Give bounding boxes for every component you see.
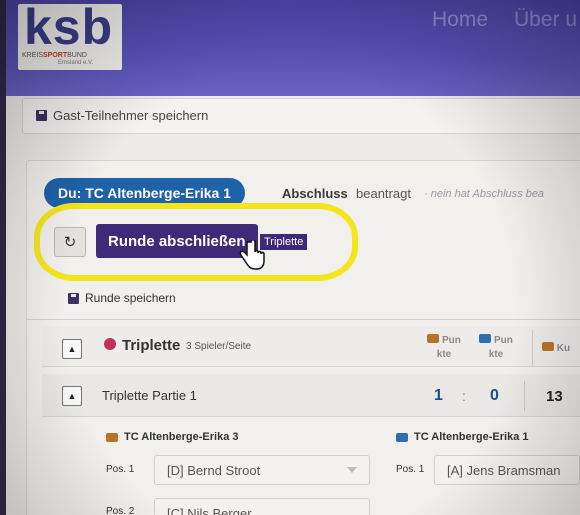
yellow-highlight-circle bbox=[34, 203, 358, 281]
chevron-down-icon bbox=[347, 467, 357, 473]
col-kugeln: Ku bbox=[542, 342, 580, 356]
team-right-icon bbox=[479, 334, 492, 343]
pos1-left-label: Pos. 1 bbox=[106, 464, 135, 475]
score-colon: : bbox=[462, 388, 466, 404]
opponent-status-text: · nein hat Abschluss bea bbox=[424, 188, 545, 200]
team-right-icon bbox=[396, 432, 408, 442]
target-icon bbox=[104, 338, 116, 350]
nav-about[interactable]: Über u bbox=[514, 8, 577, 32]
triangle-up-icon: ▲ bbox=[67, 391, 77, 401]
save-round-button[interactable]: Runde speichern bbox=[68, 291, 176, 305]
team-left-header: TC Altenberge-Erika 3 bbox=[106, 431, 239, 443]
pos1-right-label: Pos. 1 bbox=[396, 464, 425, 475]
pos2-left-player: [C] Nils Berger bbox=[167, 505, 252, 515]
col-points-right: Pun kte bbox=[474, 334, 518, 362]
score-left: 1 bbox=[434, 387, 443, 404]
abschluss-label: Abschluss bbox=[282, 186, 348, 201]
col-points-left: Pun kte bbox=[422, 334, 466, 362]
category-subtitle: 3 Spieler/Seite bbox=[186, 341, 252, 352]
pos1-left-player: [D] Bernd Stroot bbox=[167, 462, 261, 478]
floppy-disk-icon bbox=[36, 110, 47, 121]
floppy-disk-icon bbox=[68, 292, 79, 304]
column-separator bbox=[532, 330, 533, 366]
collapse-category-button[interactable]: ▲ bbox=[62, 339, 82, 359]
team-right-name: TC Altenberge-Erika 1 bbox=[414, 431, 529, 443]
logo-sub-prefix: KREIS bbox=[22, 52, 44, 59]
pos1-right-player: [A] Jens Bramsman bbox=[447, 462, 561, 478]
team-left-icon bbox=[542, 342, 554, 351]
pos1-left-select[interactable]: [D] Bernd Stroot bbox=[154, 455, 370, 485]
match-label: Triplette Partie 1 bbox=[102, 388, 197, 403]
team-left-icon bbox=[427, 334, 440, 343]
save-guest-label: Gast-Teilnehmer speichern bbox=[53, 108, 209, 123]
pos1-right-select[interactable]: [A] Jens Bramsman bbox=[434, 455, 580, 485]
kugeln-value: 13 bbox=[546, 388, 563, 405]
screen: ksb KREISSPORTBUND Emsland e.V. Home Übe… bbox=[6, 0, 580, 515]
category-title: Triplette bbox=[122, 337, 181, 354]
divider bbox=[26, 319, 580, 320]
logo-subtitle: KREISSPORTBUND bbox=[22, 52, 87, 59]
col-points-left-l1: Pun bbox=[441, 335, 461, 346]
score-right: 0 bbox=[490, 387, 499, 404]
col-points-right-l1: Pun bbox=[493, 335, 513, 346]
pos2-left-select[interactable]: [C] Nils Berger bbox=[154, 498, 370, 515]
logo-region: Emsland e.V. bbox=[58, 60, 94, 66]
logo-sub-bold: SPORT bbox=[43, 52, 68, 59]
team-left-icon bbox=[106, 432, 118, 442]
save-guest-button[interactable]: Gast-Teilnehmer speichern bbox=[36, 108, 208, 123]
ksb-logo[interactable]: ksb KREISSPORTBUND Emsland e.V. bbox=[18, 0, 122, 70]
col-points-left-l2: kte bbox=[436, 349, 452, 360]
team-right-header: TC Altenberge-Erika 1 bbox=[396, 431, 529, 443]
col-kugeln-label: Ku bbox=[556, 343, 571, 354]
score-separator bbox=[524, 381, 525, 411]
logo-sub-suffix: BUND bbox=[67, 52, 87, 59]
pos2-left-label: Pos. 2 bbox=[106, 506, 135, 515]
collapse-match-button[interactable]: ▲ bbox=[62, 386, 82, 406]
navbar: ksb KREISSPORTBUND Emsland e.V. Home Übe… bbox=[6, 0, 580, 96]
col-points-right-l2: kte bbox=[488, 349, 504, 360]
save-round-label: Runde speichern bbox=[85, 291, 176, 305]
logo-text: ksb bbox=[24, 0, 114, 55]
nav-home[interactable]: Home bbox=[432, 8, 488, 32]
team-left-name: TC Altenberge-Erika 3 bbox=[124, 431, 239, 443]
triangle-up-icon: ▲ bbox=[67, 344, 77, 354]
beantragt-label: beantragt bbox=[356, 186, 411, 201]
